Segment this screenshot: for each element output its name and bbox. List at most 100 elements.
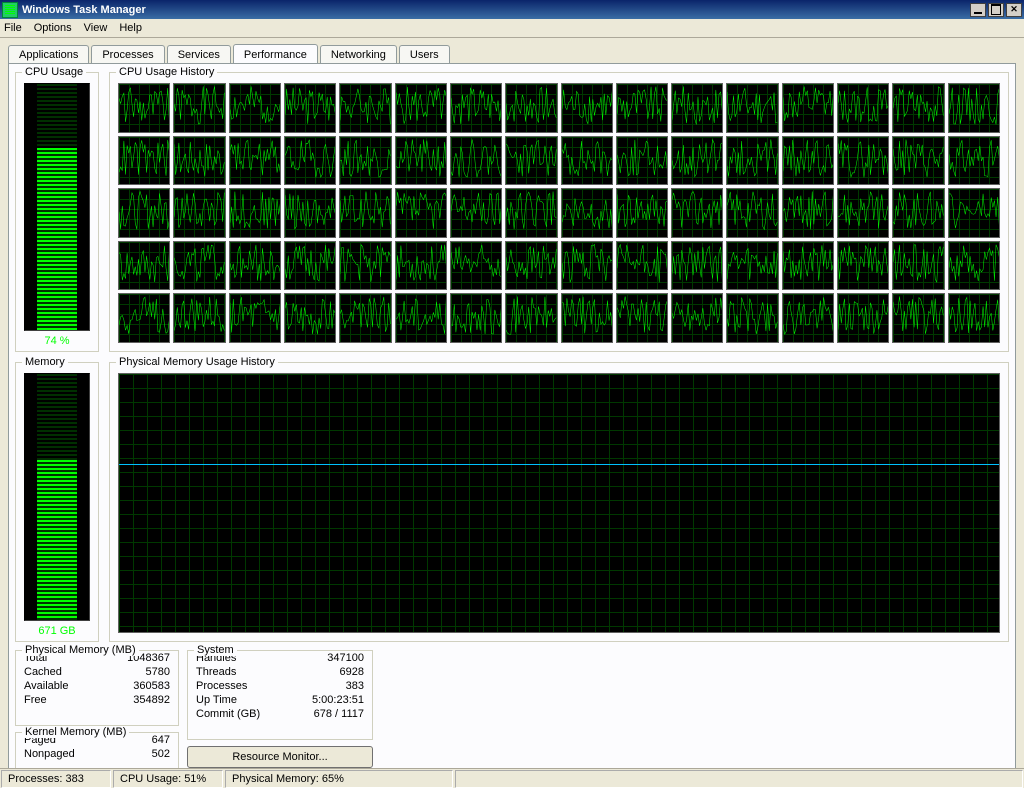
cpu-history-cell	[450, 136, 502, 186]
cpu-usage-group: CPU Usage 74 %	[15, 72, 99, 352]
cpu-history-cell	[118, 83, 170, 133]
cpu-history-cell	[948, 188, 1000, 238]
cpu-history-cell	[948, 136, 1000, 186]
cpu-history-cell	[505, 241, 557, 291]
system-uptime-label: Up Time	[196, 693, 237, 707]
kernel-memory-title: Kernel Memory (MB)	[22, 726, 129, 738]
cpu-history-cell	[616, 83, 668, 133]
cpu-history-cell	[726, 241, 778, 291]
cpu-history-cell	[284, 293, 336, 343]
minimize-button[interactable]	[970, 3, 986, 17]
status-cpu: CPU Usage: 51%	[113, 770, 223, 788]
cpu-history-cell	[118, 293, 170, 343]
cpu-history-cell	[837, 188, 889, 238]
kernel-nonpaged-label: Nonpaged	[24, 747, 75, 761]
cpu-history-cell	[505, 136, 557, 186]
cpu-history-cell	[173, 188, 225, 238]
system-commit-label: Commit (GB)	[196, 707, 260, 721]
cpu-meter	[24, 83, 90, 331]
cpu-history-cell	[837, 83, 889, 133]
cpu-history-cell	[837, 136, 889, 186]
physmem-available-label: Available	[24, 679, 68, 693]
cpu-history-cell	[892, 83, 944, 133]
tab-applications[interactable]: Applications	[8, 45, 89, 64]
cpu-history-cell	[782, 188, 834, 238]
cpu-history-cell	[339, 188, 391, 238]
cpu-history-cell	[450, 188, 502, 238]
cpu-history-cell	[892, 293, 944, 343]
cpu-history-cell	[782, 241, 834, 291]
cpu-history-cell	[173, 241, 225, 291]
tab-networking[interactable]: Networking	[320, 45, 397, 64]
memory-history-label: Physical Memory Usage History	[116, 356, 278, 368]
kernel-paged-value: 647	[152, 733, 170, 747]
app-icon	[2, 2, 18, 18]
cpu-history-cell	[726, 83, 778, 133]
system-processes-label: Processes	[196, 679, 247, 693]
cpu-history-cell	[395, 136, 447, 186]
menu-bar: File Options View Help	[0, 19, 1024, 38]
memory-history-group: Physical Memory Usage History	[109, 362, 1009, 642]
cpu-history-grid	[118, 83, 1000, 343]
physmem-available-value: 360583	[133, 679, 170, 693]
cpu-history-cell	[782, 83, 834, 133]
cpu-history-cell	[339, 293, 391, 343]
cpu-history-cell	[948, 293, 1000, 343]
cpu-history-cell	[837, 241, 889, 291]
tab-users[interactable]: Users	[399, 45, 450, 64]
system-threads-value: 6928	[340, 665, 364, 679]
cpu-history-cell	[173, 83, 225, 133]
system-uptime-value: 5:00:23:51	[312, 693, 364, 707]
tab-processes[interactable]: Processes	[91, 45, 164, 64]
menu-view[interactable]: View	[84, 22, 108, 34]
resource-monitor-button[interactable]: Resource Monitor...	[187, 746, 373, 768]
cpu-history-cell	[505, 83, 557, 133]
cpu-history-cell	[726, 293, 778, 343]
tab-services[interactable]: Services	[167, 45, 231, 64]
cpu-history-cell	[726, 136, 778, 186]
menu-help[interactable]: Help	[119, 22, 142, 34]
cpu-history-cell	[837, 293, 889, 343]
cpu-history-cell	[229, 188, 281, 238]
physmem-cached-value: 5780	[146, 665, 170, 679]
cpu-history-cell	[339, 136, 391, 186]
memory-label: Memory	[22, 356, 68, 368]
cpu-history-cell	[892, 136, 944, 186]
cpu-history-label: CPU Usage History	[116, 66, 217, 78]
tab-performance[interactable]: Performance	[233, 44, 318, 63]
cpu-history-cell	[782, 293, 834, 343]
cpu-history-cell	[948, 83, 1000, 133]
cpu-history-cell	[284, 83, 336, 133]
physmem-free-label: Free	[24, 693, 47, 707]
close-button[interactable]	[1006, 3, 1022, 17]
cpu-history-cell	[395, 241, 447, 291]
memory-group: Memory 671 GB	[15, 362, 99, 642]
cpu-history-cell	[561, 136, 613, 186]
cpu-history-cell	[671, 293, 723, 343]
system-processes-value: 383	[346, 679, 364, 693]
cpu-history-cell	[948, 241, 1000, 291]
cpu-history-cell	[671, 188, 723, 238]
menu-file[interactable]: File	[4, 22, 22, 34]
cpu-history-cell	[671, 136, 723, 186]
title-bar: Windows Task Manager	[0, 0, 1024, 19]
status-bar: Processes: 383 CPU Usage: 51% Physical M…	[0, 768, 1024, 788]
status-processes: Processes: 383	[1, 770, 111, 788]
maximize-button[interactable]	[988, 3, 1004, 17]
system-title: System	[194, 644, 237, 656]
cpu-history-cell	[395, 293, 447, 343]
status-memory: Physical Memory: 65%	[225, 770, 453, 788]
memory-meter	[24, 373, 90, 621]
menu-options[interactable]: Options	[34, 22, 72, 34]
cpu-history-cell	[616, 293, 668, 343]
cpu-history-cell	[892, 241, 944, 291]
physical-memory-title: Physical Memory (MB)	[22, 644, 139, 656]
memory-history-chart	[118, 373, 1000, 633]
cpu-history-cell	[892, 188, 944, 238]
cpu-history-cell	[671, 241, 723, 291]
cpu-history-cell	[616, 136, 668, 186]
cpu-history-cell	[284, 136, 336, 186]
system-handles-value: 347100	[327, 651, 364, 665]
cpu-history-cell	[339, 83, 391, 133]
cpu-history-cell	[561, 188, 613, 238]
